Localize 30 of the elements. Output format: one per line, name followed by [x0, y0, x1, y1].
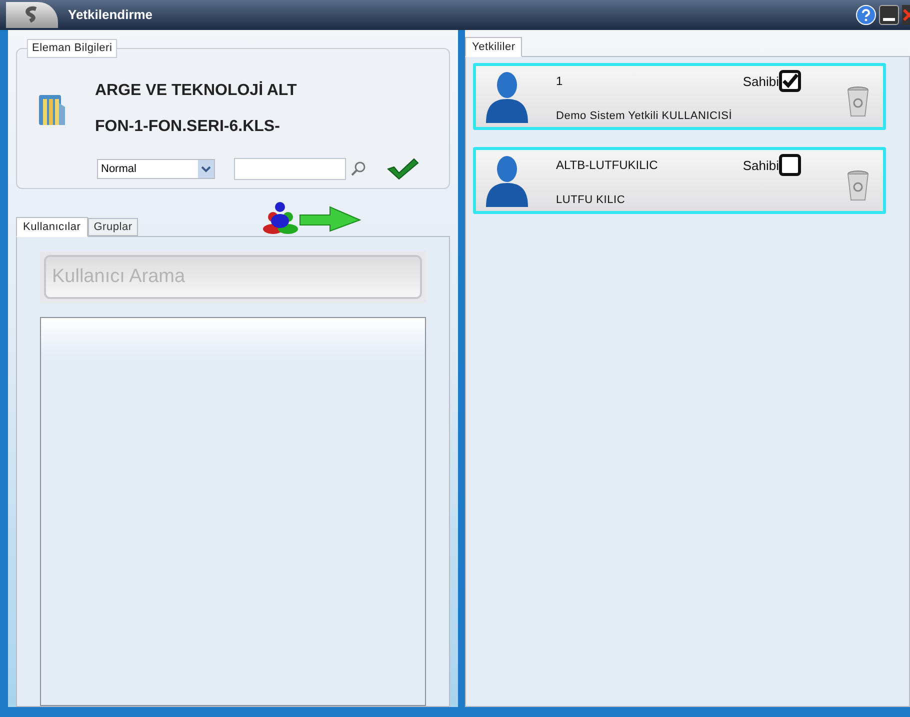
search-icon[interactable] — [350, 161, 366, 177]
minimize-button[interactable] — [879, 5, 899, 25]
trash-icon[interactable] — [847, 170, 869, 202]
mode-dropdown[interactable]: Normal — [97, 159, 215, 179]
owner-label: Sahibi — [742, 72, 779, 90]
window-title: Yetkilendirme — [68, 6, 153, 24]
user-card[interactable]: 1 Sahibi Demo Sistem Yetkili KULLANICISİ — [473, 63, 886, 130]
checkmark-icon[interactable] — [386, 157, 420, 181]
owner-checkbox[interactable] — [779, 154, 801, 176]
user-full-name: Demo Sistem Yetkili KULLANICISİ — [556, 108, 734, 124]
tab[interactable]: Yetkililer — [465, 37, 522, 57]
app-logo-icon — [6, 2, 58, 28]
owner-checkbox[interactable] — [779, 70, 801, 92]
owner-label: Sahibi — [742, 156, 779, 174]
user-code: 1 — [556, 73, 564, 90]
users-arrow-icon[interactable] — [260, 199, 362, 235]
help-button[interactable] — [856, 5, 876, 25]
search-field[interactable] — [234, 158, 346, 180]
element-name: FON-1-FON.SERI-6.KLS- — [95, 117, 281, 137]
tab[interactable]: Gruplar — [88, 218, 138, 236]
question-mark-icon — [861, 9, 871, 21]
element-name: ARGE VE TEKNOLOJİ ALT — [95, 80, 297, 101]
chevron-down-icon — [198, 160, 214, 178]
user-code: ALTB-LUTFUKILIC — [556, 157, 659, 174]
user-card[interactable]: ALTB-LUTFUKILIC Sahibi LUTFU KILIC — [473, 147, 886, 214]
trash-icon[interactable] — [847, 86, 869, 118]
user-full-name: LUTFU KILIC — [556, 193, 626, 208]
user-search-field[interactable]: Kullanıcı Arama — [44, 255, 422, 299]
tab[interactable]: Kullanıcılar — [16, 217, 88, 237]
panel-legend: Eleman Bilgileri — [27, 39, 118, 58]
